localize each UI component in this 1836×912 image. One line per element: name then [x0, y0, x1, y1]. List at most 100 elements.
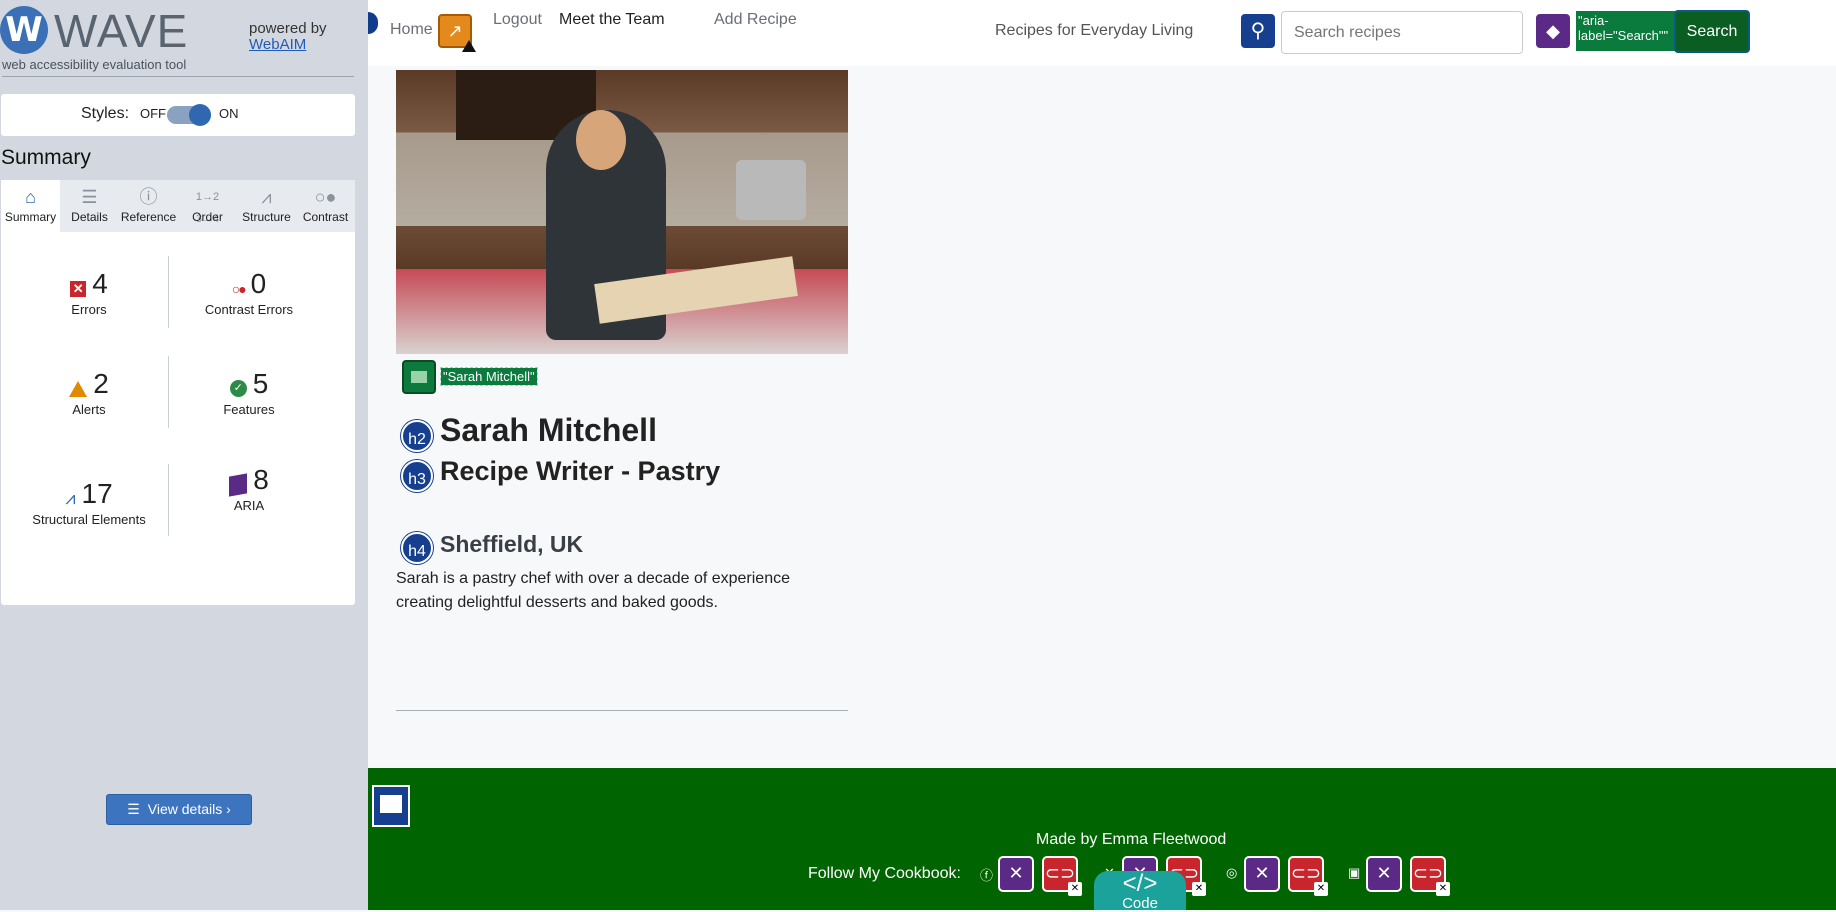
- contrast-errors-label: Contrast Errors: [204, 302, 294, 317]
- search-button[interactable]: Search: [1674, 10, 1750, 53]
- tab-label: Order: [192, 210, 223, 224]
- aria-count: 8: [253, 464, 269, 495]
- features-stat[interactable]: ✓ 5 Features: [169, 368, 329, 417]
- view-details-button[interactable]: ☰ View details ›: [106, 794, 252, 825]
- instagram-icon[interactable]: ◎: [1226, 865, 1237, 881]
- tab-order[interactable]: 1→2 3→4 Order: [178, 180, 237, 232]
- empty-link-icon: ⊂⊃: [1288, 856, 1328, 896]
- tab-label: Reference: [120, 210, 177, 224]
- aria-label: ARIA: [233, 498, 265, 513]
- empty-link-icon: ⊂⊃: [1410, 856, 1450, 896]
- aria-tag-icon: ◆: [1536, 14, 1570, 48]
- empty-link-icon: ⊂⊃: [1042, 856, 1082, 896]
- styles-on-label: ON: [219, 106, 239, 121]
- tab-label: Structure: [242, 210, 291, 224]
- error-icon: ✕: [70, 280, 87, 297]
- profile-name: Sarah Mitchell: [440, 412, 657, 448]
- errors-label: Errors: [71, 302, 107, 317]
- profile-location: Sheffield, UK: [440, 531, 584, 557]
- tab-label: Details: [71, 210, 108, 224]
- code-icon: </>: [1122, 870, 1158, 897]
- styles-toggle-box: Styles: OFF ON: [1, 94, 355, 136]
- errors-stat[interactable]: ✕ 4 Errors: [9, 268, 169, 317]
- wave-tabs: ⌂ Summary ☰ Details ⓘ Reference 1→2 3→4 O…: [1, 180, 355, 232]
- follow-label: Follow My Cookbook:: [808, 865, 961, 882]
- wave-title: WAVE: [54, 5, 189, 57]
- image-alt-icon: [402, 360, 436, 394]
- errors-count: 4: [92, 268, 108, 299]
- wave-logo-icon: W: [0, 6, 48, 54]
- aria-label-annotation: "aria-label="Search"": [1576, 11, 1676, 51]
- search-input[interactable]: [1281, 11, 1523, 54]
- tab-summary[interactable]: ⌂ Summary: [1, 180, 60, 232]
- code-toggle-button[interactable]: </> Code: [1094, 870, 1186, 912]
- alerts-count: 2: [93, 368, 109, 399]
- contrast-error-icon: ○●: [231, 280, 247, 297]
- profile-photo: [396, 70, 848, 354]
- home-icon: ⌂: [25, 187, 36, 207]
- info-icon: ⓘ: [139, 187, 158, 207]
- h3-badge-icon: h3: [401, 460, 433, 492]
- tab-contrast[interactable]: ○● Contrast: [296, 180, 355, 232]
- view-details-label: View details ›: [147, 801, 231, 817]
- contrast-errors-count: 0: [250, 268, 267, 299]
- toggle-knob: [189, 104, 211, 126]
- order-icon: 1→2 3→4: [195, 191, 220, 225]
- alerts-stat[interactable]: 2 Alerts: [9, 368, 169, 417]
- wave-sidebar: W WAVE web accessibility evaluation tool…: [0, 0, 368, 910]
- styles-toggle[interactable]: [167, 104, 211, 126]
- wave-marker-icon: [368, 12, 378, 34]
- h2-badge-icon: h2: [401, 420, 433, 452]
- contrast-icon: ○●: [314, 187, 337, 207]
- tab-label: Contrast: [302, 210, 349, 224]
- list-icon: ☰: [81, 187, 98, 207]
- photo-shape: [576, 110, 626, 170]
- sidebar-divider: [2, 76, 354, 77]
- structural-stat[interactable]: ⩘ 17 Structural Elements: [9, 478, 169, 527]
- top-nav: Home ↗ Logout Meet the Team Add Recipe R…: [368, 0, 1836, 66]
- webaim-link[interactable]: WebAIM: [249, 37, 327, 53]
- nav-add-recipe[interactable]: Add Recipe: [714, 11, 797, 29]
- contrast-errors-stat[interactable]: ○● 0 Contrast Errors: [169, 268, 329, 317]
- styles-off-label: OFF: [140, 106, 166, 121]
- summary-panel: ✕ 4 Errors ○● 0 Contrast Errors 2 Alerts ✓…: [1, 232, 355, 825]
- code-label: Code: [1122, 895, 1158, 912]
- section-divider: [396, 710, 848, 711]
- search-icon: ⚲: [1241, 14, 1275, 48]
- nav-logout[interactable]: Logout: [493, 11, 542, 29]
- nav-meet-the-team[interactable]: Meet the Team: [559, 11, 665, 29]
- tab-reference[interactable]: ⓘ Reference: [119, 180, 178, 232]
- list-icon: ☰: [127, 801, 140, 817]
- profile-bio: Sarah is a pastry chef with over a decad…: [396, 570, 790, 611]
- structural-count: 17: [81, 478, 113, 509]
- powered-by: powered by WebAIM: [249, 21, 327, 53]
- site-footer: Made by Emma Fleetwood Follow My Cookboo…: [368, 768, 1836, 912]
- youtube-icon[interactable]: ▣: [1348, 865, 1360, 881]
- styles-label: Styles:: [81, 105, 130, 122]
- redundant-link-icon: ↗: [438, 14, 476, 52]
- tab-details[interactable]: ☰ Details: [60, 180, 119, 232]
- profile-role: Recipe Writer - Pastry: [440, 456, 721, 486]
- wave-tagline: web accessibility evaluation tool: [2, 57, 187, 72]
- powered-by-label: powered by: [249, 20, 327, 37]
- aria-stat[interactable]: 8 ARIA: [169, 464, 329, 513]
- alt-text-annotation: "Sarah Mitchell": [440, 367, 538, 386]
- structural-label: Structural Elements: [32, 512, 146, 527]
- aria-icon: [229, 473, 248, 497]
- warning-icon: [462, 40, 476, 52]
- features-label: Features: [223, 402, 275, 417]
- aria-hidden-icon: ✕: [1366, 856, 1402, 892]
- photo-shape: [736, 160, 806, 220]
- recipe-page: Home ↗ Logout Meet the Team Add Recipe R…: [368, 0, 1836, 912]
- tab-label: Summary: [4, 210, 57, 224]
- nav-home[interactable]: Home: [390, 21, 433, 39]
- feature-icon: ✓: [229, 380, 247, 398]
- aria-hidden-icon: ✕: [1244, 856, 1280, 892]
- structure-icon: ⩘: [65, 488, 76, 509]
- facebook-icon[interactable]: ⓕ: [980, 865, 993, 884]
- alerts-label: Alerts: [72, 402, 106, 417]
- made-by: Made by Emma Fleetwood: [1036, 831, 1227, 848]
- aria-hidden-icon: ✕: [998, 856, 1034, 892]
- tab-structure[interactable]: ⩘ Structure: [237, 180, 296, 232]
- alert-icon: [69, 380, 88, 397]
